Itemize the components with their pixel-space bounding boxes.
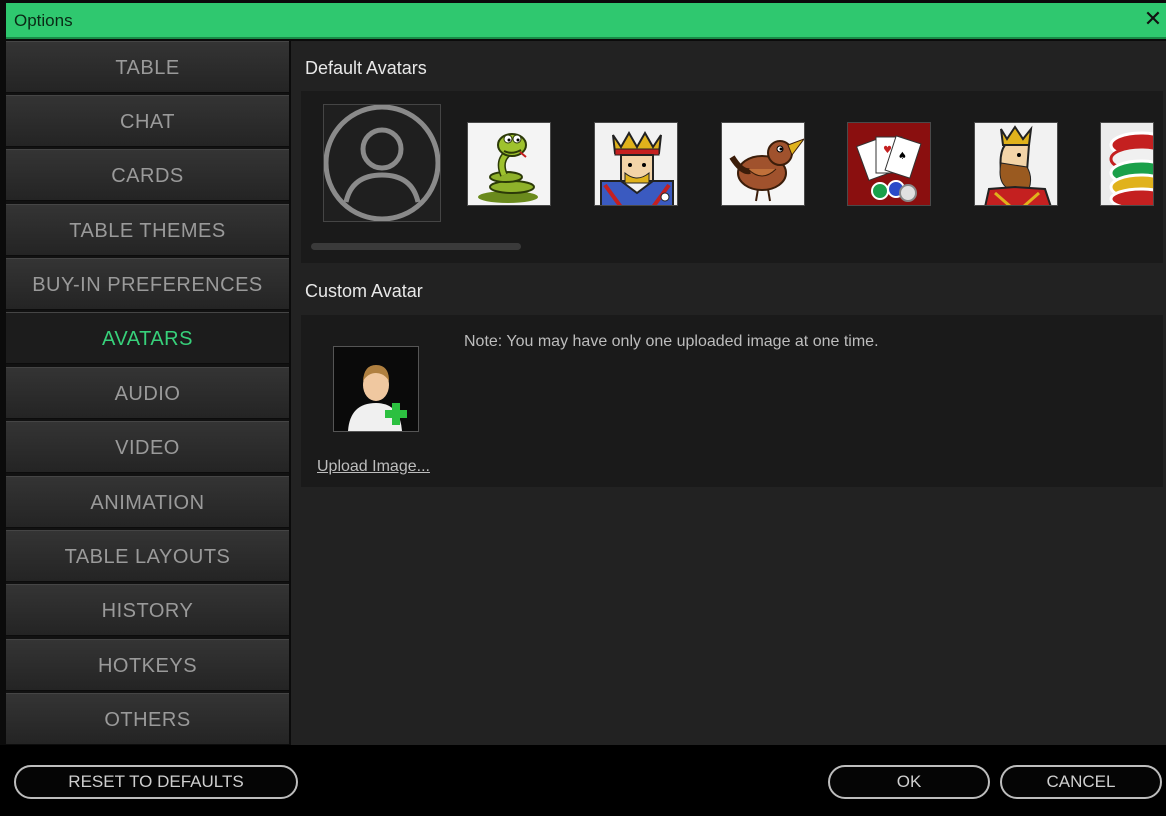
king-profile-avatar[interactable]: [974, 122, 1058, 206]
bird-icon: [722, 123, 804, 205]
sidebar-nav: TABLE CHAT CARDS TABLE THEMES BUY-IN PRE…: [6, 41, 289, 745]
snake-avatar[interactable]: [467, 122, 551, 206]
sidebar-item-buy-in-preferences[interactable]: BUY-IN PREFERENCES: [6, 258, 289, 310]
svg-text:♠: ♠: [898, 151, 907, 162]
svg-text:♥: ♥: [883, 145, 892, 156]
ok-button[interactable]: OK: [828, 765, 990, 799]
sidebar-item-avatars[interactable]: AVATARS: [6, 312, 289, 364]
poker-chips-icon: [1101, 123, 1153, 205]
bird-avatar[interactable]: [721, 122, 805, 206]
avatars-content: Default Avatars ♥ ♠ Custom Avatar Note: …: [291, 41, 1166, 745]
custom-avatar-panel: Note: You may have only one uploaded ima…: [301, 315, 1163, 487]
sidebar-item-audio[interactable]: AUDIO: [6, 367, 289, 419]
sidebar-item-cards[interactable]: CARDS: [6, 149, 289, 201]
add-user-icon: [334, 347, 418, 431]
sidebar-item-table[interactable]: TABLE: [6, 41, 289, 93]
poker-chips-avatar[interactable]: [1100, 122, 1154, 206]
king-card-icon: [595, 123, 677, 205]
sidebar-item-chat[interactable]: CHAT: [6, 95, 289, 147]
upload-note: Note: You may have only one uploaded ima…: [464, 333, 879, 350]
playing-cards-icon: ♥ ♠: [848, 123, 930, 205]
upload-avatar-thumb[interactable]: [333, 346, 419, 432]
title-bar: Options ✕: [6, 3, 1166, 39]
sidebar-item-hotkeys[interactable]: HOTKEYS: [6, 639, 289, 691]
sidebar-item-table-themes[interactable]: TABLE THEMES: [6, 204, 289, 256]
custom-avatar-heading: Custom Avatar: [305, 281, 423, 301]
playing-cards-chips-avatar[interactable]: ♥ ♠: [847, 122, 931, 206]
sidebar-item-animation[interactable]: ANIMATION: [6, 476, 289, 528]
window-title: Options: [14, 11, 73, 30]
sidebar-item-video[interactable]: VIDEO: [6, 421, 289, 473]
default-avatars-heading: Default Avatars: [305, 58, 427, 78]
avatars-scrollbar[interactable]: [311, 243, 521, 250]
snake-icon: [468, 123, 550, 205]
sidebar-item-table-layouts[interactable]: TABLE LAYOUTS: [6, 530, 289, 582]
cancel-button[interactable]: CANCEL: [1000, 765, 1162, 799]
default-person-icon: [323, 104, 441, 222]
upload-image-link[interactable]: Upload Image...: [317, 458, 430, 476]
king-card-avatar[interactable]: [594, 122, 678, 206]
sidebar-item-others[interactable]: OTHERS: [6, 693, 289, 745]
options-window: Options ✕ TABLE CHAT CARDS TABLE THEMES …: [0, 0, 1166, 816]
default-person-avatar[interactable]: [323, 104, 441, 222]
king-profile-icon: [975, 123, 1057, 205]
close-icon[interactable]: ✕: [1142, 7, 1164, 31]
dialog-footer: RESET TO DEFAULTS OK CANCEL: [0, 745, 1166, 816]
default-avatars-panel: ♥ ♠: [301, 91, 1163, 263]
sidebar-item-history[interactable]: HISTORY: [6, 584, 289, 636]
reset-to-defaults-button[interactable]: RESET TO DEFAULTS: [14, 765, 298, 799]
